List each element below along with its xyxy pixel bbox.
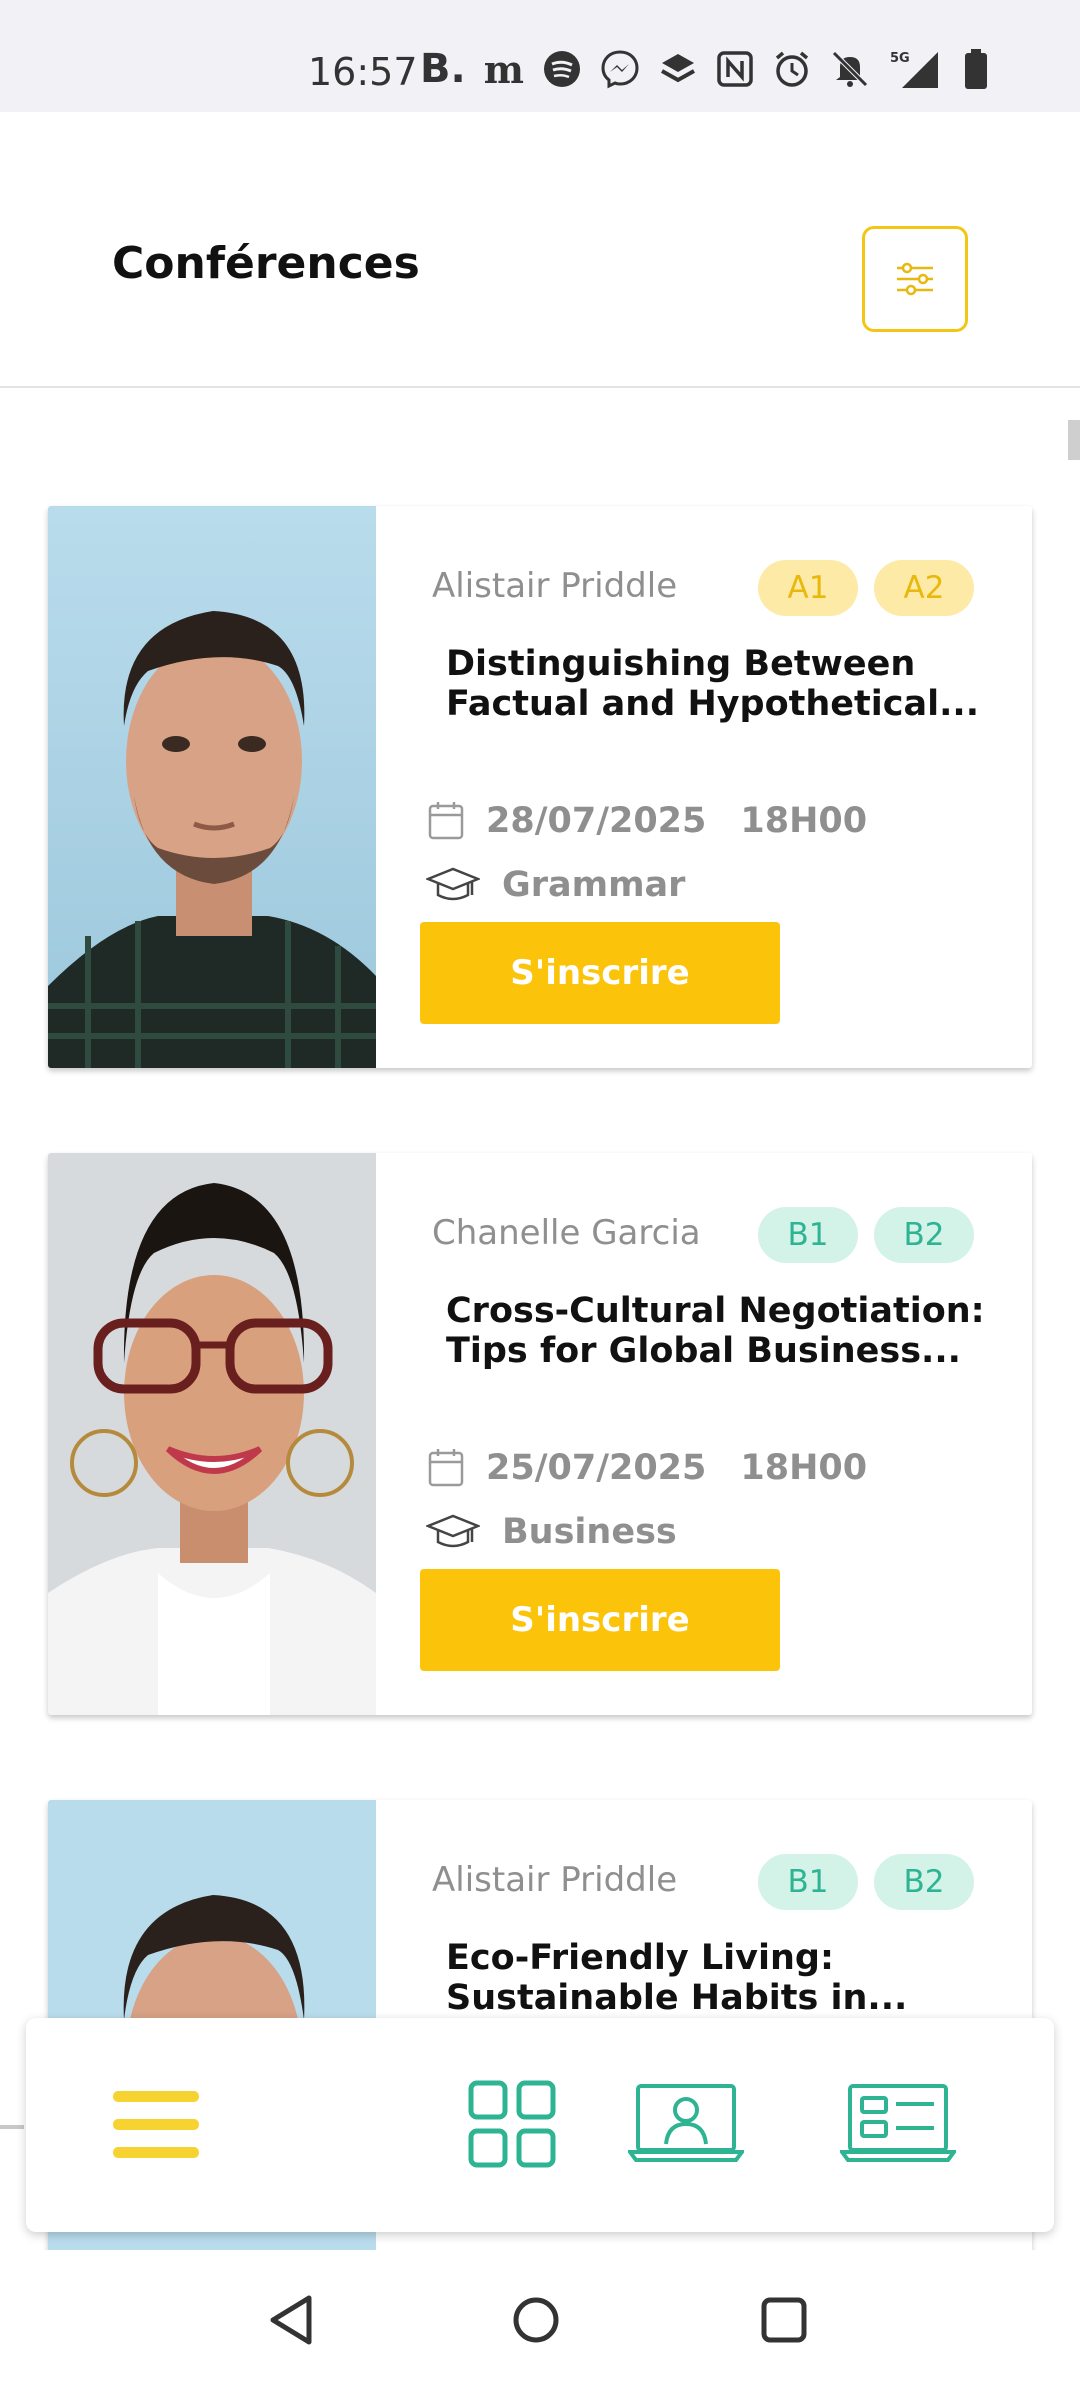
grid-icon: [468, 2080, 556, 2168]
page-title: Conférences: [112, 238, 420, 289]
status-icons: B. m 5G: [420, 46, 994, 92]
register-button[interactable]: S'inscrire: [420, 922, 780, 1024]
menu-button[interactable]: [106, 2078, 206, 2172]
svg-text:5G: 5G: [890, 51, 910, 66]
speaker-photo: [48, 1153, 376, 1715]
back-triangle-icon: [270, 2295, 312, 2345]
conference-title: Eco-Friendly Living: Sustainable Habits …: [446, 1938, 1006, 2018]
conference-title-line: Cross-Cultural Negotiation:: [446, 1291, 985, 1331]
booking-icon: B.: [420, 46, 466, 92]
edge-handle: [0, 2125, 24, 2129]
calendar-icon: [428, 1449, 464, 1487]
date-row: 28/07/2025 18H00: [426, 798, 867, 844]
category-row: Grammar: [426, 862, 685, 908]
spotify-icon: [542, 47, 582, 91]
status-bar: 16:57 B. m 5G: [0, 0, 1080, 112]
level-badges: B1 B2: [758, 1854, 974, 1910]
level-badge: B1: [758, 1207, 858, 1263]
lemonde-icon: m: [483, 46, 524, 92]
conference-title: Cross-Cultural Negotiation: Tips for Glo…: [446, 1291, 1006, 1371]
messenger-icon: [600, 47, 640, 91]
conference-title-line: Eco-Friendly Living:: [446, 1938, 834, 1978]
conference-title: Distinguishing Between Factual and Hypot…: [446, 644, 1006, 724]
level-badge: A1: [758, 560, 858, 616]
level-badge: B2: [874, 1854, 974, 1910]
alarm-icon: [772, 47, 812, 91]
menu-icon: [113, 2091, 199, 2158]
conference-date: 28/07/2025: [486, 801, 707, 841]
level-badges: B1 B2: [758, 1207, 974, 1263]
recents-button[interactable]: [754, 2290, 814, 2350]
speaker-name: Alistair Priddle: [432, 1860, 678, 1900]
back-button[interactable]: [262, 2290, 322, 2350]
list-card-icon: [840, 2084, 956, 2162]
speaker-photo: [48, 506, 376, 1068]
app-screen: 16:57 B. m 5G Conférences Alistair Pridd…: [0, 0, 1080, 2400]
conference-title-line: Distinguishing Between: [446, 644, 916, 684]
level-badge: B2: [874, 1207, 974, 1263]
conference-time: 18H00: [740, 801, 868, 841]
graduation-cap-icon: [426, 867, 480, 901]
conference-card[interactable]: Chanelle Garcia B1 B2 Cross-Cultural Neg…: [48, 1153, 1032, 1715]
scroll-indicator[interactable]: [1068, 420, 1080, 460]
mute-icon: [830, 47, 870, 91]
courses-button[interactable]: [838, 2074, 958, 2174]
home-circle-icon: [513, 2297, 559, 2343]
header: Conférences: [0, 112, 1080, 388]
conference-category: Business: [502, 1512, 677, 1552]
conferences-button[interactable]: [626, 2074, 746, 2174]
speaker-name: Chanelle Garcia: [432, 1213, 701, 1253]
conference-card[interactable]: Alistair Priddle A1 A2 Distinguishing Be…: [48, 506, 1032, 1068]
status-time: 16:57: [308, 50, 418, 94]
level-badge: B1: [758, 1854, 858, 1910]
conference-title-line: Factual and Hypothetical...: [446, 684, 980, 724]
recents-square-icon: [761, 2297, 807, 2343]
dashboard-button[interactable]: [462, 2074, 562, 2174]
conference-date: 25/07/2025: [486, 1448, 707, 1488]
conference-title-line: Sustainable Habits in...: [446, 1978, 908, 2018]
date-row: 25/07/2025 18H00: [426, 1445, 867, 1491]
level-badges: A1 A2: [758, 560, 974, 616]
system-nav: [0, 2250, 1080, 2400]
graduation-cap-icon: [426, 1514, 480, 1548]
conference-category: Grammar: [502, 865, 686, 905]
calendar-icon: [428, 802, 464, 840]
signal-5g-icon: 5G: [888, 47, 940, 91]
conference-time: 18H00: [740, 1448, 868, 1488]
nfc-icon: [716, 47, 754, 91]
filter-button[interactable]: [862, 226, 968, 332]
layers-icon: [658, 47, 698, 91]
home-button[interactable]: [506, 2290, 566, 2350]
battery-icon: [958, 47, 994, 91]
register-button[interactable]: S'inscrire: [420, 1569, 780, 1671]
speaker-name: Alistair Priddle: [432, 566, 678, 606]
conference-title-line: Tips for Global Business...: [446, 1331, 961, 1371]
online-conference-icon: [628, 2084, 744, 2162]
level-badge: A2: [874, 560, 974, 616]
bottom-nav: [26, 2018, 1054, 2232]
sliders-icon: [897, 262, 933, 296]
category-row: Business: [426, 1509, 677, 1555]
